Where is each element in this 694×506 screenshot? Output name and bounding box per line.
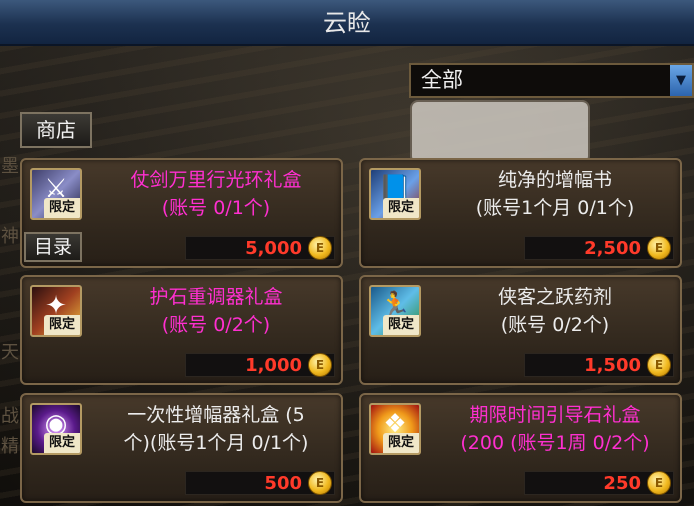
item-name: 护石重调器礼盒 (账号 0/2个) (149, 286, 283, 336)
item-icon[interactable]: ⚔ 限定 (30, 168, 82, 220)
item-price: 1,000 (245, 355, 302, 376)
limited-badge: 限定 (383, 198, 419, 218)
price-bar: 5,000 E (185, 236, 335, 260)
category-dropdown[interactable]: 全部 ▼ (409, 63, 694, 98)
side-label-3: 天 (1, 342, 19, 363)
limited-badge: 限定 (44, 198, 80, 218)
item-price: 5,000 (245, 238, 302, 259)
price-bar: 500 E (185, 471, 335, 495)
item-icon[interactable]: ❖ 限定 (369, 403, 421, 455)
side-label-2: 神 (1, 226, 19, 247)
coin-icon: E (647, 471, 671, 495)
side-label-1: 墨 (1, 156, 19, 177)
item-price: 1,500 (584, 355, 641, 376)
catalog-button[interactable]: 目录 (24, 232, 82, 262)
price-bar: 1,500 E (524, 353, 674, 377)
shop-item-card[interactable]: 📘 限定 纯净的增幅书 (账号1个月 0/1个) 2,500 E (359, 158, 682, 268)
limited-badge: 限定 (383, 315, 419, 335)
item-icon[interactable]: 📘 限定 (369, 168, 421, 220)
item-name: 仗剑万里行光环礼盒 (账号 0/1个) (130, 169, 302, 219)
coin-icon: E (308, 471, 332, 495)
price-bar: 2,500 E (524, 236, 674, 260)
price-bar: 1,000 E (185, 353, 335, 377)
item-name: 一次性增幅器礼盒 (5 个)(账号1个月 0/1个) (123, 404, 309, 454)
limited-badge: 限定 (44, 315, 80, 335)
coin-icon: E (308, 353, 332, 377)
chevron-down-icon[interactable]: ▼ (670, 65, 692, 96)
coin-icon: E (647, 353, 671, 377)
item-price: 2,500 (584, 238, 641, 259)
item-price: 250 (603, 473, 641, 494)
item-icon[interactable]: ◉ 限定 (30, 403, 82, 455)
item-icon[interactable]: 🏃 限定 (369, 285, 421, 337)
item-name: 期限时间引导石礼盒 (200 (账号1周 0/2个) (460, 404, 650, 454)
window-title: 云睑 (0, 0, 694, 46)
shop-item-card[interactable]: 🏃 限定 侠客之跃药剂 (账号 0/2个) 1,500 E (359, 275, 682, 385)
category-dropdown-value: 全部 (421, 68, 463, 92)
price-bar: 250 E (524, 471, 674, 495)
side-label-5: 精 (1, 436, 19, 457)
item-icon[interactable]: ✦ 限定 (30, 285, 82, 337)
shop-item-card[interactable]: ◉ 限定 一次性增幅器礼盒 (5 个)(账号1个月 0/1个) 500 E (20, 393, 343, 503)
shop-item-card[interactable]: ❖ 限定 期限时间引导石礼盒 (200 (账号1周 0/2个) 250 E (359, 393, 682, 503)
tab-shop[interactable]: 商店 (20, 112, 92, 148)
coin-icon: E (647, 236, 671, 260)
limited-badge: 限定 (44, 433, 80, 453)
limited-badge: 限定 (383, 433, 419, 453)
item-name: 纯净的增幅书 (账号1个月 0/1个) (475, 169, 635, 219)
background-sign (410, 100, 590, 164)
side-label-4: 战 (1, 406, 19, 427)
shop-item-card[interactable]: ✦ 限定 护石重调器礼盒 (账号 0/2个) 1,000 E (20, 275, 343, 385)
coin-icon: E (308, 236, 332, 260)
item-price: 500 (264, 473, 302, 494)
item-name: 侠客之跃药剂 (账号 0/2个) (497, 286, 612, 336)
